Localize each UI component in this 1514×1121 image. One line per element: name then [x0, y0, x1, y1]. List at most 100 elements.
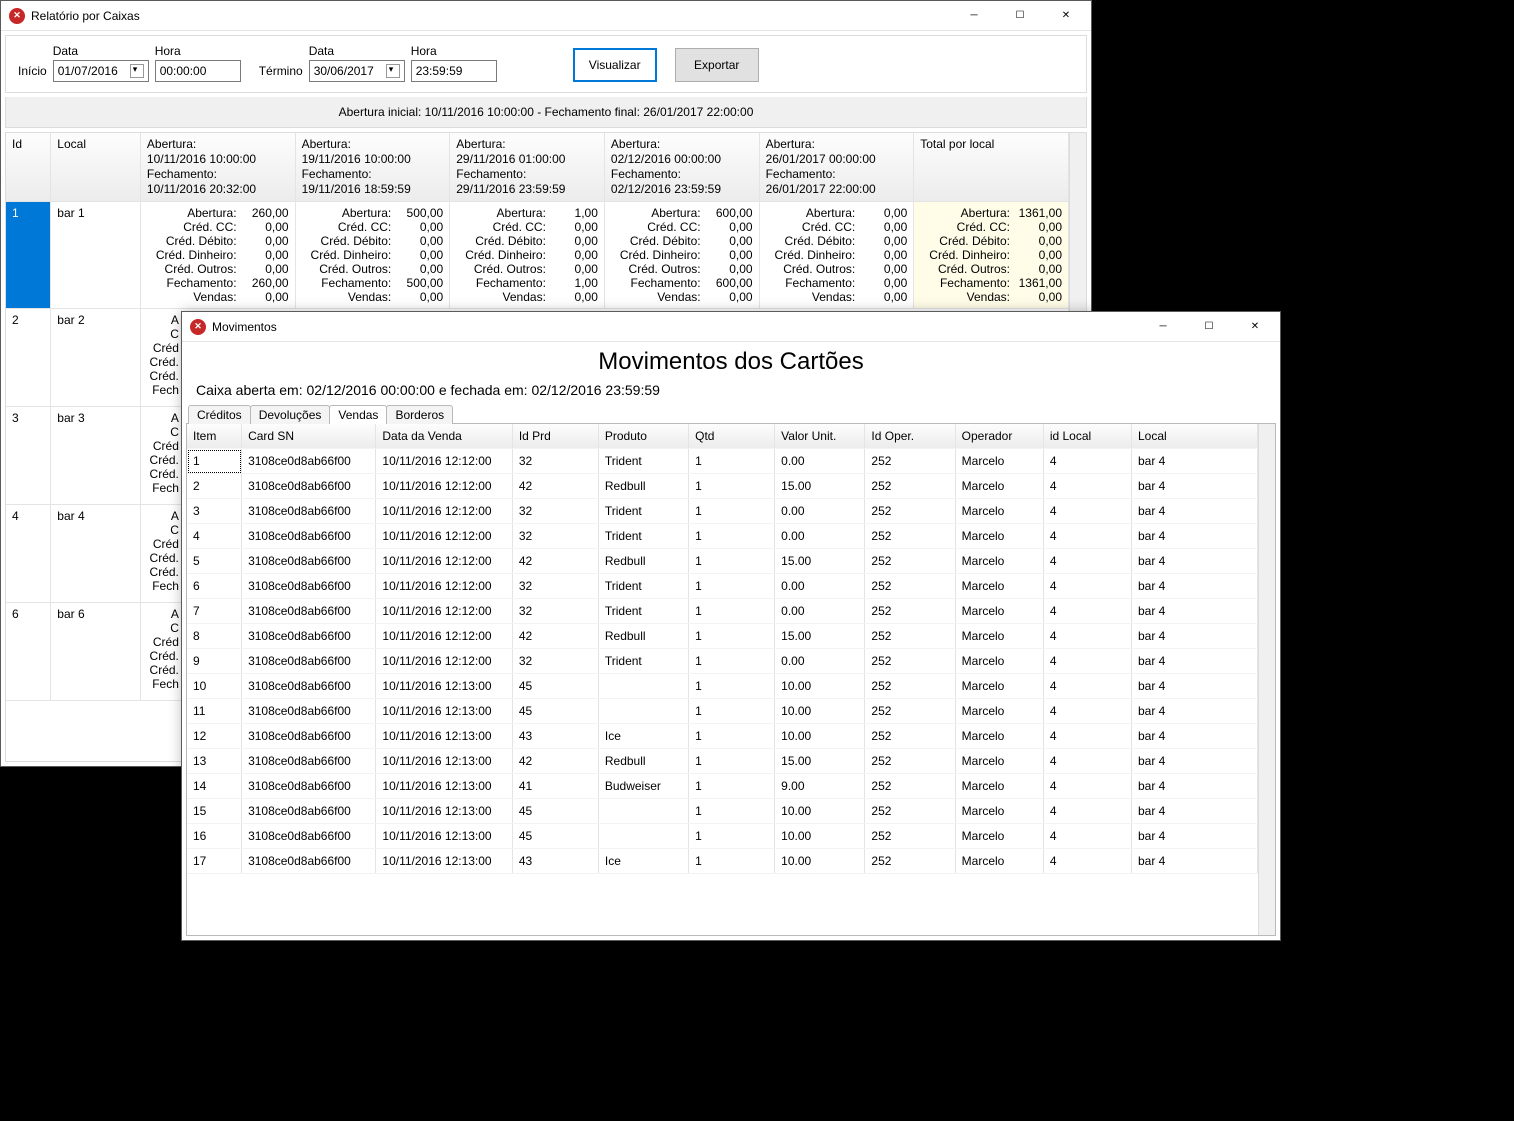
- cell: 10/11/2016 12:13:00: [376, 699, 512, 724]
- dropdown-icon[interactable]: [386, 64, 400, 78]
- cell: 252: [865, 474, 955, 499]
- visualizar-button[interactable]: Visualizar: [573, 48, 657, 82]
- cell: 0.00: [775, 499, 865, 524]
- column-header[interactable]: Abertura: 19/11/2016 10:00:00 Fechamento…: [295, 133, 450, 202]
- table-row[interactable]: 133108ce0d8ab66f0010/11/2016 12:13:0042R…: [187, 749, 1258, 774]
- table-row[interactable]: 93108ce0d8ab66f0010/11/2016 12:12:0032Tr…: [187, 649, 1258, 674]
- cell: 4: [1043, 624, 1131, 649]
- table-row[interactable]: 13108ce0d8ab66f0010/11/2016 12:12:0032Tr…: [187, 449, 1258, 474]
- cell: 252: [865, 699, 955, 724]
- cell: 32: [512, 649, 598, 674]
- column-header[interactable]: Produto: [598, 424, 688, 449]
- table-row[interactable]: 153108ce0d8ab66f0010/11/2016 12:13:00451…: [187, 799, 1258, 824]
- exportar-button[interactable]: Exportar: [675, 48, 759, 82]
- cell: Trident: [598, 499, 688, 524]
- maximize-button[interactable]: ☐: [1186, 312, 1232, 342]
- table-row[interactable]: 63108ce0d8ab66f0010/11/2016 12:12:0032Tr…: [187, 574, 1258, 599]
- tab-borderos[interactable]: Borderos: [386, 405, 453, 424]
- tab-devoluções[interactable]: Devoluções: [250, 405, 331, 424]
- close-button[interactable]: ✕: [1232, 312, 1278, 342]
- app-icon: ✕: [9, 8, 25, 24]
- column-header[interactable]: Id Oper.: [865, 424, 955, 449]
- id-cell: 1: [6, 202, 51, 309]
- table-row[interactable]: 1bar 1Abertura:260,00Créd. CC:0,00Créd. …: [6, 202, 1069, 309]
- column-header[interactable]: Data da Venda: [376, 424, 512, 449]
- table-row[interactable]: 73108ce0d8ab66f0010/11/2016 12:12:0032Tr…: [187, 599, 1258, 624]
- minimize-button[interactable]: ─: [1140, 312, 1186, 342]
- titlebar[interactable]: ✕ Relatório por Caixas ─ ☐ ✕: [1, 1, 1091, 31]
- cell: Budweiser: [598, 774, 688, 799]
- vertical-scrollbar[interactable]: [1258, 424, 1275, 935]
- cell: 3108ce0d8ab66f00: [242, 449, 376, 474]
- cell: 10/11/2016 12:12:00: [376, 649, 512, 674]
- cell: 16: [187, 824, 242, 849]
- cell: 10/11/2016 12:13:00: [376, 799, 512, 824]
- column-header[interactable]: Valor Unit.: [775, 424, 865, 449]
- cell: 252: [865, 849, 955, 874]
- cell: 4: [1043, 524, 1131, 549]
- tab-panel: ItemCard SNData da VendaId PrdProdutoQtd…: [186, 423, 1276, 936]
- cell: Redbull: [598, 549, 688, 574]
- maximize-button[interactable]: ☐: [997, 1, 1043, 31]
- cell: 3108ce0d8ab66f00: [242, 799, 376, 824]
- termino-hora-input[interactable]: 23:59:59: [411, 60, 497, 82]
- column-header[interactable]: Id: [6, 133, 51, 202]
- cell: 4: [1043, 749, 1131, 774]
- column-header[interactable]: id Local: [1043, 424, 1131, 449]
- column-header[interactable]: Card SN: [242, 424, 376, 449]
- column-header[interactable]: Abertura: 26/01/2017 00:00:00 Fechamento…: [759, 133, 914, 202]
- inicio-hora-input[interactable]: 00:00:00: [155, 60, 241, 82]
- table-row[interactable]: 123108ce0d8ab66f0010/11/2016 12:13:0043I…: [187, 724, 1258, 749]
- column-header[interactable]: Abertura: 02/12/2016 00:00:00 Fechamento…: [604, 133, 759, 202]
- cell: 0.00: [775, 574, 865, 599]
- column-header[interactable]: Qtd: [689, 424, 775, 449]
- column-header[interactable]: Local: [1131, 424, 1257, 449]
- tab-créditos[interactable]: Créditos: [188, 405, 251, 424]
- table-row[interactable]: 83108ce0d8ab66f0010/11/2016 12:12:0042Re…: [187, 624, 1258, 649]
- cell: 10/11/2016 12:13:00: [376, 774, 512, 799]
- table-row[interactable]: 173108ce0d8ab66f0010/11/2016 12:13:0043I…: [187, 849, 1258, 874]
- dropdown-icon[interactable]: [130, 64, 144, 78]
- column-header[interactable]: Local: [51, 133, 141, 202]
- cell: 10.00: [775, 849, 865, 874]
- column-header[interactable]: Abertura: 10/11/2016 10:00:00 Fechamento…: [140, 133, 295, 202]
- column-header[interactable]: Operador: [955, 424, 1043, 449]
- filter-toolbar: Início Data 01/07/2016 Hora 00:00:00 Tér…: [5, 35, 1087, 93]
- table-row[interactable]: 23108ce0d8ab66f0010/11/2016 12:12:0042Re…: [187, 474, 1258, 499]
- column-header[interactable]: Item: [187, 424, 242, 449]
- cell: 252: [865, 574, 955, 599]
- cell: [598, 824, 688, 849]
- local-cell: bar 3: [51, 407, 141, 505]
- column-header[interactable]: Id Prd: [512, 424, 598, 449]
- cell: 4: [1043, 549, 1131, 574]
- table-row[interactable]: 103108ce0d8ab66f0010/11/2016 12:13:00451…: [187, 674, 1258, 699]
- local-cell: bar 2: [51, 309, 141, 407]
- termino-data-input[interactable]: 30/06/2017: [309, 60, 405, 82]
- cell: bar 4: [1131, 649, 1257, 674]
- table-row[interactable]: 53108ce0d8ab66f0010/11/2016 12:12:0042Re…: [187, 549, 1258, 574]
- titlebar[interactable]: ✕ Movimentos ─ ☐ ✕: [182, 312, 1280, 342]
- cell: 45: [512, 674, 598, 699]
- table-row[interactable]: 33108ce0d8ab66f0010/11/2016 12:12:0032Tr…: [187, 499, 1258, 524]
- page-title: Movimentos dos Cartões: [182, 342, 1280, 378]
- cell: 3108ce0d8ab66f00: [242, 724, 376, 749]
- table-row[interactable]: 143108ce0d8ab66f0010/11/2016 12:13:0041B…: [187, 774, 1258, 799]
- column-header[interactable]: Abertura: 29/11/2016 01:00:00 Fechamento…: [450, 133, 605, 202]
- cell: 1: [689, 799, 775, 824]
- cell: 10/11/2016 12:13:00: [376, 849, 512, 874]
- cell: 10/11/2016 12:12:00: [376, 449, 512, 474]
- inicio-data-input[interactable]: 01/07/2016: [53, 60, 149, 82]
- summary-line: Abertura inicial: 10/11/2016 10:00:00 - …: [5, 97, 1087, 128]
- column-header[interactable]: Total por local: [914, 133, 1069, 202]
- table-row[interactable]: 163108ce0d8ab66f0010/11/2016 12:13:00451…: [187, 824, 1258, 849]
- cell: 1: [187, 449, 242, 474]
- movimentos-grid-scroll[interactable]: ItemCard SNData da VendaId PrdProdutoQtd…: [187, 424, 1258, 935]
- minimize-button[interactable]: ─: [951, 1, 997, 31]
- close-button[interactable]: ✕: [1043, 1, 1089, 31]
- hora-label: Hora: [155, 44, 241, 58]
- tab-vendas[interactable]: Vendas: [329, 405, 387, 424]
- cell: 3108ce0d8ab66f00: [242, 849, 376, 874]
- table-row[interactable]: 43108ce0d8ab66f0010/11/2016 12:12:0032Tr…: [187, 524, 1258, 549]
- table-row[interactable]: 113108ce0d8ab66f0010/11/2016 12:13:00451…: [187, 699, 1258, 724]
- tabs: CréditosDevoluçõesVendasBorderos: [188, 405, 1280, 424]
